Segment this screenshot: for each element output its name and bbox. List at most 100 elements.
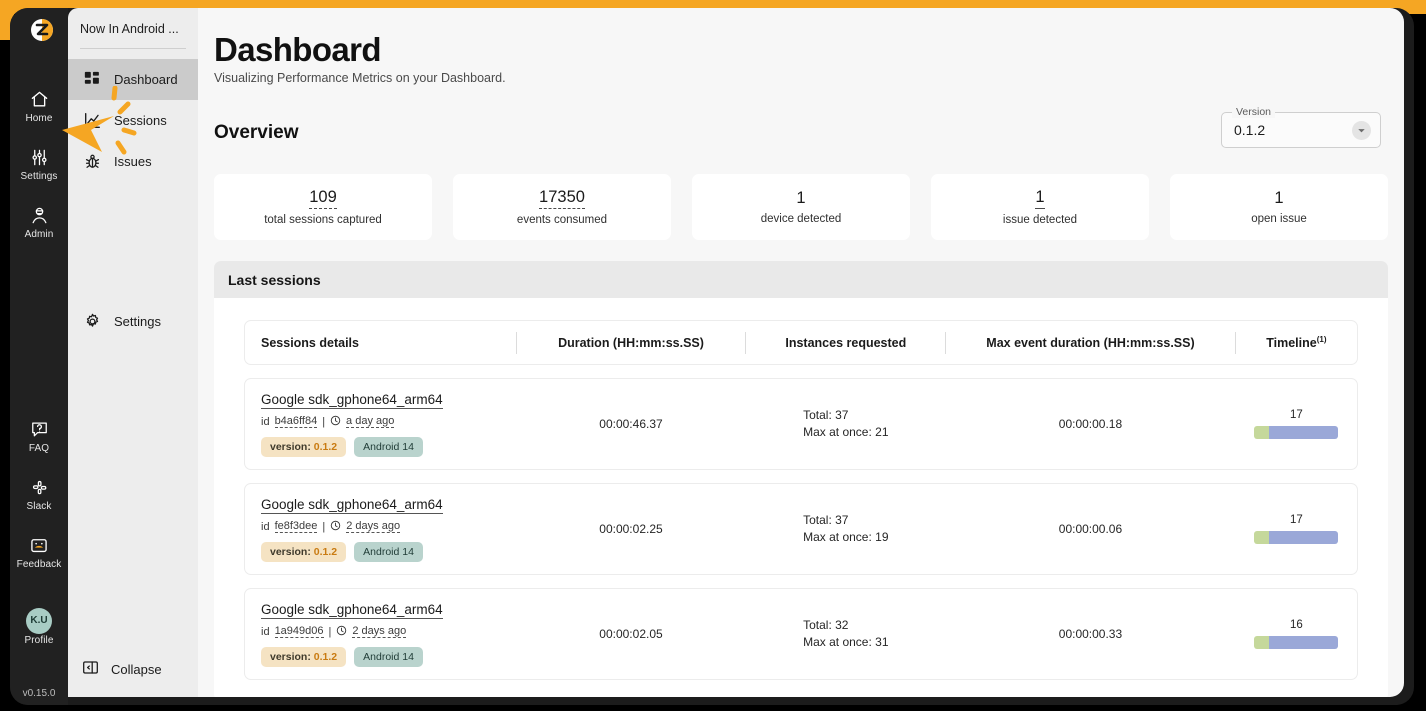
badge-version-value: 0.1.2 bbox=[313, 650, 338, 663]
rail-item-home[interactable]: Home bbox=[10, 90, 68, 124]
stat-card[interactable]: 1 device detected bbox=[692, 174, 910, 240]
session-time-ago[interactable]: 2 days ago bbox=[352, 625, 407, 638]
session-time-ago[interactable]: 2 days ago bbox=[346, 520, 401, 533]
column-header-timeline: Timeline(1) bbox=[1236, 335, 1357, 350]
chevron-down-icon[interactable] bbox=[1352, 121, 1371, 140]
session-id[interactable]: fe8f3dee bbox=[274, 520, 318, 533]
meta-separator: | bbox=[322, 520, 326, 533]
rail-item-admin[interactable]: Admin bbox=[10, 206, 68, 240]
sidebar-item-issues[interactable]: Issues bbox=[68, 141, 198, 182]
timeline-footnote-marker: (1) bbox=[1316, 334, 1327, 344]
collapse-button[interactable]: Collapse bbox=[68, 659, 198, 679]
instances-max-at-once: Max at once: 21 bbox=[803, 425, 889, 439]
stat-value[interactable]: 109 bbox=[309, 188, 337, 209]
timeline-count: 17 bbox=[1289, 514, 1303, 526]
badge-version: version: 0.1.2 bbox=[261, 646, 347, 667]
badge-version-value: 0.1.2 bbox=[313, 440, 338, 453]
icon-rail: Home Settings Admin FAQ Slack Feedback K… bbox=[10, 8, 68, 705]
timeline-bar bbox=[1254, 531, 1339, 544]
last-sessions-panel: Last sessions Sessions details Duration … bbox=[214, 261, 1388, 697]
overview-stat-cards: 109 total sessions captured 17350 events… bbox=[214, 174, 1388, 240]
table-row[interactable]: Google sdk_gphone64_arm64 id 1a949d06 | … bbox=[244, 588, 1358, 680]
badge-os: Android 14 bbox=[354, 541, 423, 562]
timeline-count: 16 bbox=[1289, 619, 1303, 631]
rail-label: Home bbox=[25, 113, 53, 124]
zebra-logo-icon[interactable] bbox=[28, 16, 56, 44]
project-name[interactable]: Now In Android ... bbox=[68, 8, 198, 36]
stat-value: 1 bbox=[796, 189, 806, 207]
stat-card[interactable]: 109 total sessions captured bbox=[214, 174, 432, 240]
sidebar-item-settings-wrap: Settings bbox=[68, 301, 198, 342]
instances-total: Total: 37 bbox=[803, 513, 849, 527]
session-name[interactable]: Google sdk_gphone64_arm64 bbox=[261, 392, 443, 409]
session-meta: id b4a6ff84 | a day ago bbox=[261, 415, 516, 429]
column-header-timeline-label: Timeline bbox=[1266, 336, 1317, 351]
instances-total: Total: 32 bbox=[803, 618, 849, 632]
table-row[interactable]: Google sdk_gphone64_arm64 id b4a6ff84 | … bbox=[244, 378, 1358, 470]
sidebar-item-label: Dashboard bbox=[114, 72, 178, 87]
stat-label: device detected bbox=[760, 213, 842, 225]
rail-item-slack[interactable]: Slack bbox=[10, 478, 68, 512]
timeline-cell: 17 bbox=[1236, 514, 1357, 544]
session-details-cell: Google sdk_gphone64_arm64 id fe8f3dee | … bbox=[245, 497, 516, 562]
rail-label: FAQ bbox=[28, 443, 50, 454]
nav-drawer: Now In Android ... Dashboard Sessions Is… bbox=[68, 8, 198, 697]
timeline-segment-a bbox=[1254, 426, 1270, 439]
sliders-icon bbox=[10, 148, 68, 170]
sidebar-item-label: Sessions bbox=[114, 113, 167, 128]
session-badges: version: 0.1.2 Android 14 bbox=[261, 646, 516, 667]
badge-version-label: version: bbox=[270, 440, 311, 453]
duration-cell: 00:00:46.37 bbox=[599, 417, 663, 431]
stat-card[interactable]: 17350 events consumed bbox=[453, 174, 671, 240]
instances-max-at-once: Max at once: 19 bbox=[803, 530, 889, 544]
rail-item-feedback[interactable]: Feedback bbox=[10, 536, 68, 570]
timeline-cell: 17 bbox=[1236, 409, 1357, 439]
page-title: Dashboard bbox=[214, 31, 382, 68]
sidebar-item-dashboard[interactable]: Dashboard bbox=[68, 59, 198, 100]
max-event-duration-cell: 00:00:00.18 bbox=[1058, 417, 1123, 431]
app-version: v0.15.0 bbox=[22, 688, 56, 699]
stat-card[interactable]: 1 issue detected bbox=[931, 174, 1149, 240]
stat-card[interactable]: 1 open issue bbox=[1170, 174, 1388, 240]
rail-item-settings[interactable]: Settings bbox=[10, 148, 68, 182]
stat-label: total sessions captured bbox=[264, 214, 382, 226]
session-id[interactable]: b4a6ff84 bbox=[274, 415, 318, 428]
version-legend: Version bbox=[1232, 106, 1276, 118]
chart-line-icon bbox=[82, 112, 102, 129]
timeline-cell: 16 bbox=[1236, 619, 1357, 649]
session-badges: version: 0.1.2 Android 14 bbox=[261, 436, 516, 457]
question-bubble-icon bbox=[10, 420, 68, 442]
rail-label: Admin bbox=[24, 229, 54, 240]
duration-cell: 00:00:02.25 bbox=[599, 522, 663, 536]
session-name[interactable]: Google sdk_gphone64_arm64 bbox=[261, 497, 443, 514]
collapse-label: Collapse bbox=[111, 661, 162, 677]
clock-icon bbox=[330, 520, 341, 534]
version-select[interactable]: Version 0.1.2 bbox=[1221, 106, 1381, 148]
session-time-ago[interactable]: a day ago bbox=[346, 415, 395, 428]
rail-item-profile[interactable]: K.U Profile bbox=[10, 608, 68, 646]
session-id-label: id bbox=[261, 415, 270, 428]
version-value: 0.1.2 bbox=[1234, 122, 1266, 138]
timeline-segment-a bbox=[1254, 636, 1270, 649]
meta-separator: | bbox=[328, 625, 332, 638]
table-header-row: Sessions details Duration (HH:mm:ss.SS) … bbox=[244, 320, 1358, 365]
table-row[interactable]: Google sdk_gphone64_arm64 id fe8f3dee | … bbox=[244, 483, 1358, 575]
stat-value[interactable]: 17350 bbox=[539, 188, 585, 209]
column-header-instances: Instances requested bbox=[785, 335, 907, 350]
badge-version: version: 0.1.2 bbox=[261, 541, 347, 562]
sidebar-item-settings[interactable]: Settings bbox=[68, 301, 198, 342]
sidebar-item-label: Issues bbox=[114, 154, 152, 169]
badge-version: version: 0.1.2 bbox=[261, 436, 347, 457]
sidebar-item-sessions[interactable]: Sessions bbox=[68, 100, 198, 141]
stat-value[interactable]: 1 bbox=[1035, 188, 1045, 209]
instances-total: Total: 37 bbox=[803, 408, 849, 422]
column-header-max-event: Max event duration (HH:mm:ss.SS) bbox=[986, 335, 1195, 350]
screen: Home Settings Admin FAQ Slack Feedback K… bbox=[0, 0, 1426, 711]
session-name[interactable]: Google sdk_gphone64_arm64 bbox=[261, 602, 443, 619]
rail-item-faq[interactable]: FAQ bbox=[10, 420, 68, 454]
timeline-count: 17 bbox=[1289, 409, 1303, 421]
session-id[interactable]: 1a949d06 bbox=[274, 625, 324, 638]
column-header-details: Sessions details bbox=[261, 335, 359, 350]
panel-title: Last sessions bbox=[214, 261, 1388, 298]
gear-icon bbox=[82, 313, 102, 330]
